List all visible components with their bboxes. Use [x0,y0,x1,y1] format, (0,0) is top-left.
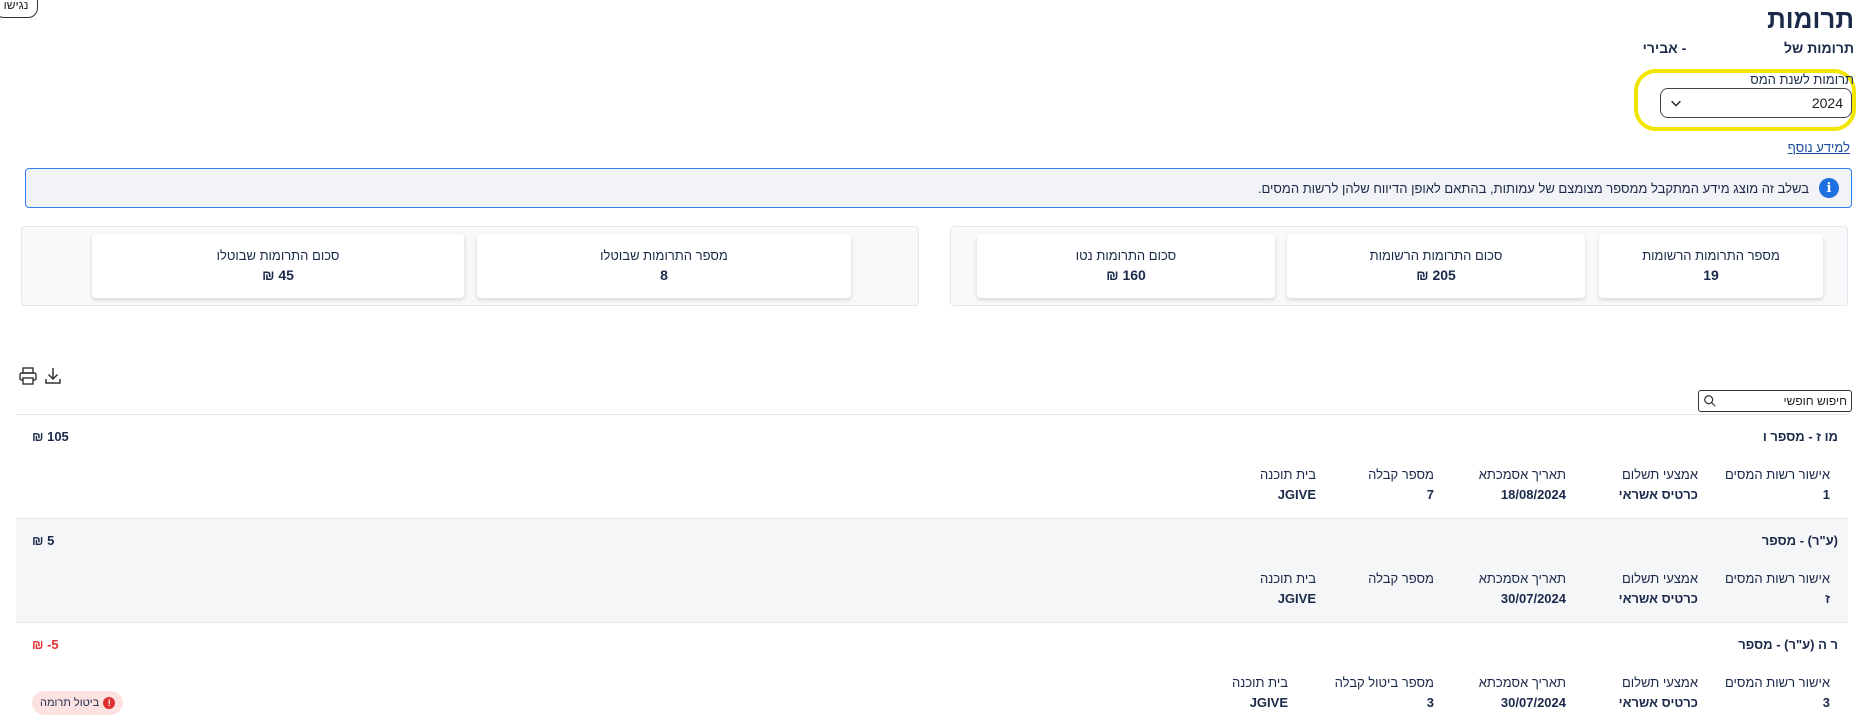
more-info-link[interactable]: למידע נוסף [1788,140,1850,155]
badge-label: ביטול תרומה [40,697,100,709]
stat-label: סכום התרומות שבוטלו [216,248,340,263]
search-placeholder: חיפוש חופשי [1783,394,1847,408]
tax-year-label: תרומות לשנת המס [1750,72,1854,87]
donation-row[interactable]: מו ז - מספר ו ₪ 105 אישור רשות המסים 1 אמ… [16,414,1848,518]
donation-title: (ע"ר) - מספר [1761,533,1838,548]
field-label: אישור רשות המסים [1725,467,1830,482]
stats-registered-group: מספר התרומות הרשומות 19 סכום התרומות הרש… [950,226,1848,306]
stat-card: סכום התרומות נטו 160 ₪ [977,234,1275,298]
stat-value: 19 [1703,267,1719,283]
field-value: ז [1825,591,1830,606]
cancelled-donation-badge: ! ביטול תרומה [32,691,124,715]
print-icon[interactable] [18,366,38,386]
field-tax-approval: אישור רשות המסים 1 [1725,467,1830,502]
field-receipt-number: מספר קבלה 7 [1368,467,1434,502]
donation-row[interactable]: (ע"ר) - מספר ₪ 5 אישור רשות המסים ז אמצעי… [16,518,1848,622]
accessibility-button[interactable]: נגישו [0,0,38,18]
field-value: 3 [1426,695,1434,710]
stat-label: סכום התרומות הרשומות [1369,248,1503,263]
field-label: אישור רשות המסים [1725,675,1830,690]
field-label: בית תוכנה [1232,675,1288,690]
stats-cancelled-group: מספר התרומות שבוטלו 8 סכום התרומות שבוטל… [21,226,919,306]
alert-icon: ! [103,697,116,709]
donation-title: מו ז - מספר ו [1762,429,1838,444]
info-text: בשלב זה מוצג מידע המתקבל ממספר מצומצם של… [1257,180,1809,196]
field-value: JGIVE [1249,695,1288,710]
field-label: אישור רשות המסים [1725,571,1830,586]
donation-title: ר ה (ע"ר) - מספר [1738,637,1838,652]
field-payment-method: אמצעי תשלום כרטיס אשראי [1619,675,1698,710]
stat-card: מספר התרומות הרשומות 19 [1599,234,1823,298]
field-software-house: בית תוכנה JGIVE [1260,571,1316,606]
field-label: אמצעי תשלום [1621,467,1698,482]
donation-amount: ₪ 105 [32,429,69,444]
field-value: 1 [1822,487,1830,502]
stat-value: 8 [660,267,668,283]
tax-year-value: 2024 [1811,95,1843,111]
subtitle-prefix: תרומות של [1784,40,1854,56]
field-value: כרטיס אשראי [1618,695,1698,710]
donation-row[interactable]: ר ה (ע"ר) - מספר ₪ -5 אישור רשות המסים 3 … [16,622,1848,723]
field-label: מספר ביטול קבלה [1334,675,1434,690]
stat-value: 205 ₪ [1416,267,1456,283]
field-value: 30/07/2024 [1500,695,1566,710]
field-value: JGIVE [1277,487,1316,502]
donation-amount: ₪ -5 [32,637,59,652]
subtitle-suffix: - אבירי [1642,40,1687,56]
field-receipt-number: מספר קבלה [1368,571,1434,591]
field-reference-date: תאריך אסמכתא 30/07/2024 [1479,571,1566,606]
search-input[interactable]: חיפוש חופשי [1698,390,1852,412]
field-tax-approval: אישור רשות המסים 3 [1725,675,1830,710]
field-value: כרטיס אשראי [1618,487,1698,502]
field-label: תאריך אסמכתא [1478,467,1566,482]
stat-card: סכום התרומות הרשומות 205 ₪ [1287,234,1585,298]
search-icon [1704,395,1716,407]
field-value: כרטיס אשראי [1618,591,1698,606]
stat-label: סכום התרומות נטו [1075,248,1177,263]
stat-card: מספר התרומות שבוטלו 8 [477,234,851,298]
donation-amount: ₪ 5 [32,533,55,548]
field-value: JGIVE [1277,591,1316,606]
stat-label: מספר התרומות שבוטלו [600,248,728,263]
field-payment-method: אמצעי תשלום כרטיס אשראי [1619,571,1698,606]
stat-value: 45 ₪ [262,267,294,283]
stat-card: סכום התרומות שבוטלו 45 ₪ [92,234,464,298]
field-label: אמצעי תשלום [1621,675,1698,690]
page-subtitle: תרומות של - אבירי [1643,40,1854,56]
field-reference-date: תאריך אסמכתא 18/08/2024 [1479,467,1566,502]
page-title: תרומות [1767,4,1854,34]
field-label: תאריך אסמכתא [1478,675,1566,690]
chevron-down-icon [1671,100,1681,107]
field-software-house: בית תוכנה JGIVE [1260,467,1316,502]
field-software-house: בית תוכנה JGIVE [1232,675,1288,710]
field-label: אמצעי תשלום [1621,571,1698,586]
field-value: 18/08/2024 [1500,487,1566,502]
field-label: מספר קבלה [1368,467,1434,482]
field-value: 3 [1822,695,1830,710]
redacted-name [1690,44,1781,55]
field-value: 7 [1426,487,1434,502]
field-label: בית תוכנה [1260,467,1316,482]
field-payment-method: אמצעי תשלום כרטיס אשראי [1619,467,1698,502]
field-tax-approval: אישור רשות המסים ז [1725,571,1830,606]
download-icon[interactable] [43,366,63,386]
info-icon: i [1819,178,1839,198]
field-reference-date: תאריך אסמכתא 30/07/2024 [1479,675,1566,710]
field-label: בית תוכנה [1260,571,1316,586]
info-banner: i בשלב זה מוצג מידע המתקבל ממספר מצומצם … [25,168,1852,208]
field-label: תאריך אסמכתא [1478,571,1566,586]
stat-value: 160 ₪ [1106,267,1146,283]
field-cancel-receipt-number: מספר ביטול קבלה 3 [1335,675,1434,710]
stat-label: מספר התרומות הרשומות [1642,248,1780,263]
field-label: מספר קבלה [1368,571,1434,586]
tax-year-select[interactable]: 2024 [1660,88,1852,118]
field-value: 30/07/2024 [1500,591,1566,606]
